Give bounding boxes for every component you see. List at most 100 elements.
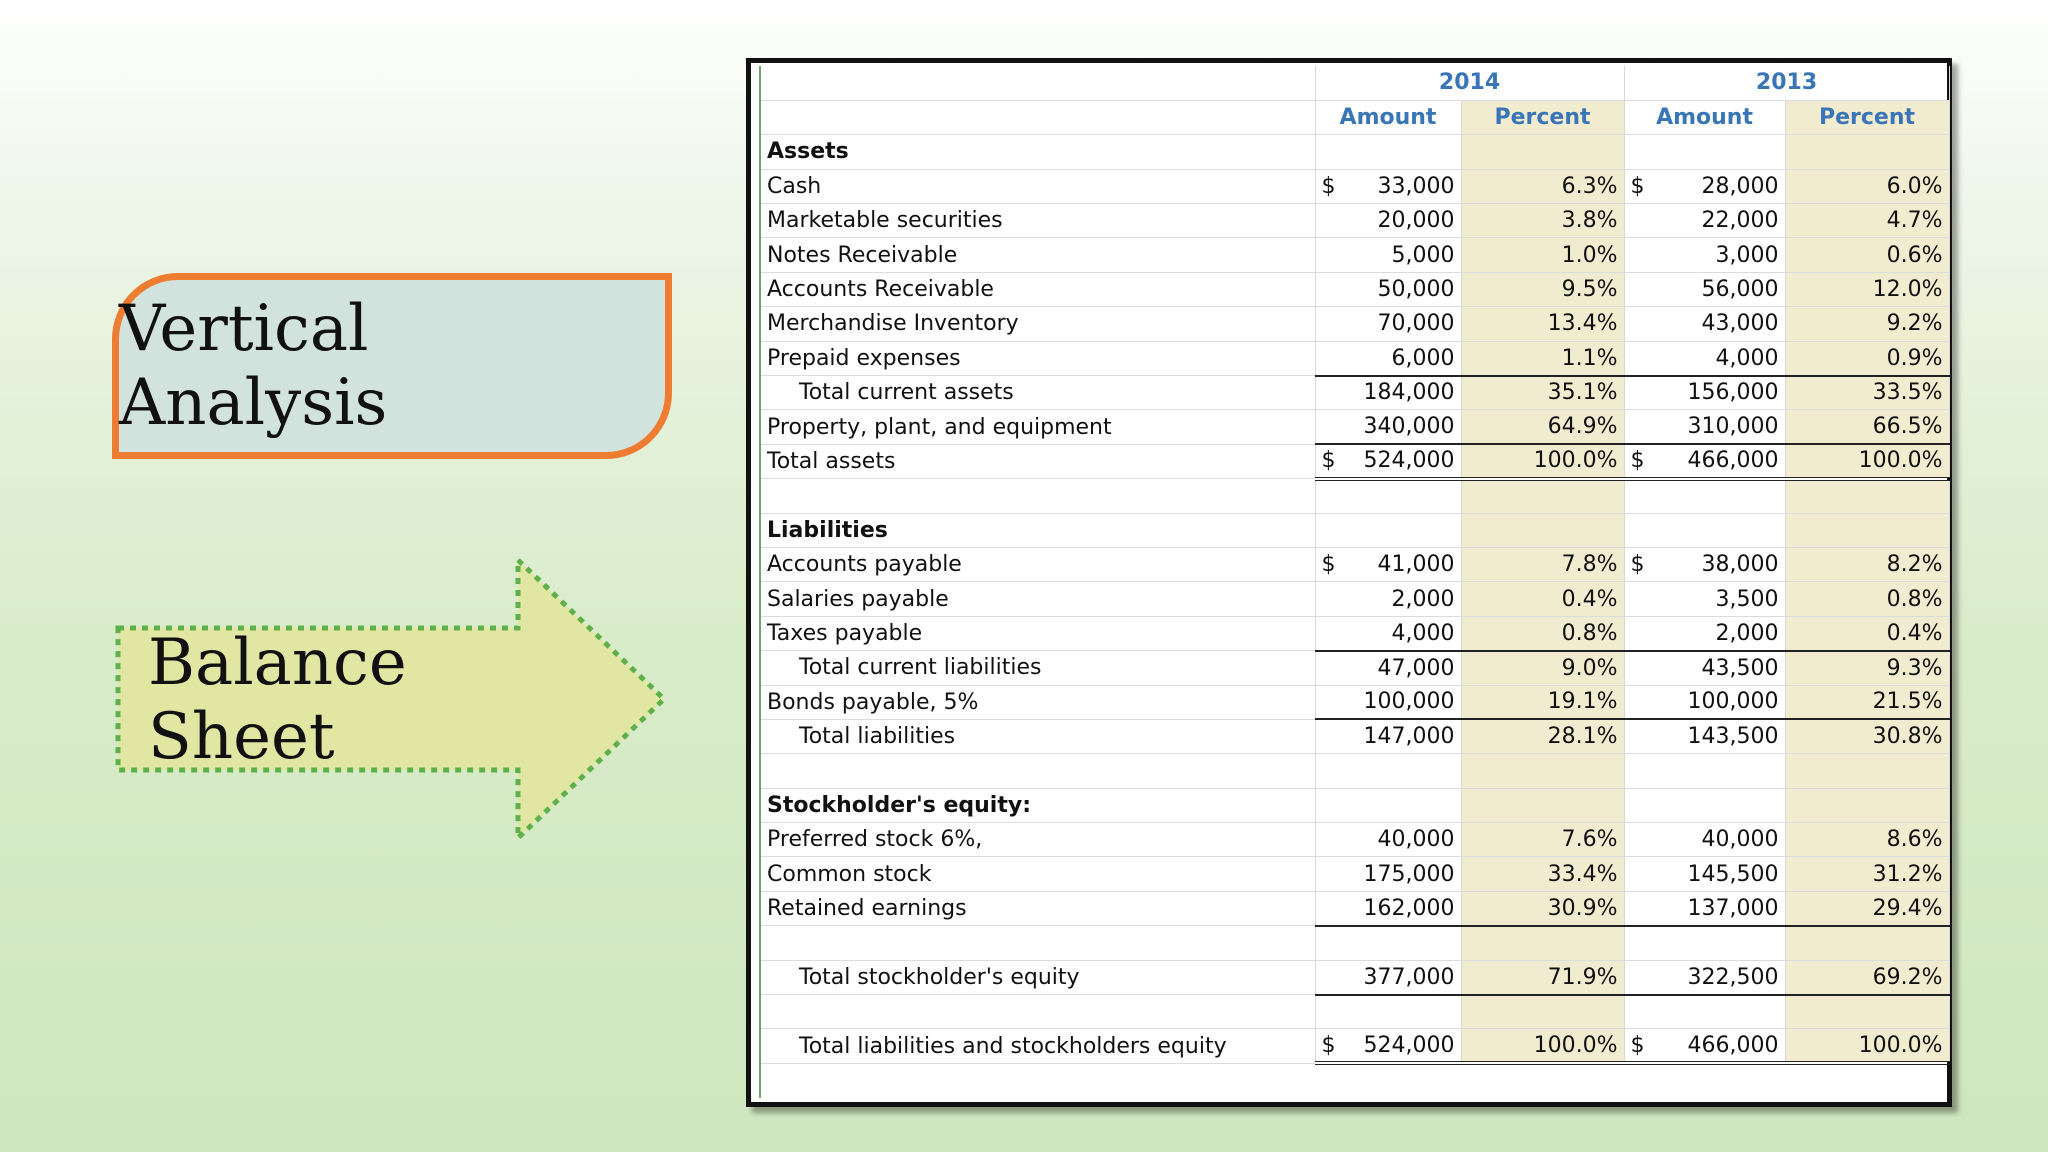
- row-label: Total liabilities: [761, 719, 1316, 755]
- row-label: Total liabilities and stockholders equit…: [761, 1028, 1316, 1064]
- row-label: Merchandise Inventory: [761, 306, 1316, 342]
- amount-2014-cell: 47,000: [1315, 650, 1462, 686]
- amount-2013-cell: $28,000: [1624, 169, 1786, 205]
- percent-2013-cell: [1785, 753, 1950, 789]
- amount-2014-cell: 5,000: [1315, 237, 1462, 273]
- amount-2014-cell: 20,000: [1315, 203, 1462, 239]
- percent-2013-cell: 8.2%: [1785, 547, 1950, 583]
- percent-2014-cell: 9.0%: [1461, 650, 1625, 686]
- amount-2013-cell: 310,000: [1624, 409, 1786, 446]
- balance-sheet-label: Balance Sheet: [148, 626, 407, 774]
- amount-2014-cell: 4,000: [1315, 616, 1462, 652]
- row-label: Notes Receivable: [761, 237, 1316, 273]
- amount-2014-cell: $524,000: [1315, 444, 1462, 481]
- amount-2014-cell: [1315, 925, 1462, 961]
- row-label: [761, 753, 1316, 789]
- percent-2014-cell: 0.8%: [1461, 616, 1625, 652]
- row-label: Total current assets: [761, 375, 1316, 411]
- row-label: Stockholder's equity:: [761, 788, 1316, 824]
- percent-2013-cell: [1785, 788, 1950, 824]
- amount-2013-cell: $466,000: [1624, 1028, 1786, 1066]
- balance-sheet-table-frame: 2014 2013 Amount Percent Amount Percent …: [746, 58, 1952, 1107]
- amount-2014-header: Amount: [1315, 100, 1462, 136]
- percent-2014-cell: 0.4%: [1461, 581, 1625, 617]
- amount-2014-cell: [1315, 753, 1462, 789]
- percent-2014-cell: 28.1%: [1461, 719, 1625, 755]
- currency-symbol: $: [1630, 1032, 1645, 1058]
- amount-2014-cell: 50,000: [1315, 272, 1462, 308]
- vertical-analysis-callout: Vertical Analysis: [112, 273, 672, 459]
- percent-2013-cell: 9.2%: [1785, 306, 1950, 342]
- table-row: Total stockholder's equity 377,000 71.9% 32…: [761, 960, 1950, 996]
- percent-2014-cell: 6.3%: [1461, 169, 1625, 205]
- percent-2013-cell: 30.8%: [1785, 719, 1950, 755]
- amount-2013-cell: 22,000: [1624, 203, 1786, 239]
- amount-2014-cell: 175,000: [1315, 856, 1462, 892]
- percent-2014-cell: 100.0%: [1461, 1028, 1625, 1066]
- percent-2013-cell: 6.0%: [1785, 169, 1950, 205]
- header-blank: [761, 100, 1316, 136]
- percent-2013-cell: 66.5%: [1785, 409, 1950, 446]
- table-row: Bonds payable, 5% 100,000 19.1% 100,000 21.5…: [761, 685, 1950, 721]
- row-label: Cash: [761, 169, 1316, 205]
- table-row: Property, plant, and equipment 340,000 64.…: [761, 409, 1950, 446]
- row-label: [761, 994, 1316, 1030]
- percent-2013-cell: 0.4%: [1785, 616, 1950, 652]
- row-label: [761, 925, 1316, 961]
- row-label: Marketable securities: [761, 203, 1316, 239]
- table-row: Preferred stock 6%, 40,000 7.6% 40,000 8.6%: [761, 822, 1950, 858]
- row-label: Total current liabilities: [761, 650, 1316, 686]
- percent-2013-cell: [1785, 925, 1950, 961]
- amount-2014-cell: $33,000: [1315, 169, 1462, 205]
- year-2014-header: 2014: [1315, 66, 1625, 101]
- amount-2014-cell: 162,000: [1315, 891, 1462, 927]
- table-row: Salaries payable 2,000 0.4% 3,500 0.8%: [761, 581, 1950, 617]
- amount-2014-cell: [1315, 134, 1462, 170]
- table-row: Retained earnings 162,000 30.9% 137,000 29.4…: [761, 891, 1950, 927]
- percent-2013-cell: 29.4%: [1785, 891, 1950, 927]
- amount-value: 466,000: [1687, 1032, 1779, 1058]
- row-label: Total stockholder's equity: [761, 960, 1316, 996]
- currency-symbol: $: [1630, 173, 1645, 199]
- percent-2013-cell: 9.3%: [1785, 650, 1950, 686]
- amount-2013-cell: 43,000: [1624, 306, 1786, 342]
- percent-2014-cell: [1461, 753, 1625, 789]
- percent-2013-cell: [1785, 513, 1950, 548]
- amount-2014-cell: 40,000: [1315, 822, 1462, 858]
- table-row: Total current assets 184,000 35.1% 156,000 3…: [761, 375, 1950, 411]
- amount-2013-cell: $466,000: [1624, 444, 1786, 481]
- percent-2014-cell: 7.6%: [1461, 822, 1625, 858]
- percent-2014-cell: 71.9%: [1461, 960, 1625, 996]
- currency-symbol: $: [1321, 552, 1336, 578]
- year-header-row: 2014 2013: [761, 66, 1950, 101]
- percent-2013-cell: 0.9%: [1785, 341, 1950, 377]
- row-label: Total assets: [761, 444, 1316, 480]
- currency-symbol: $: [1321, 1032, 1336, 1058]
- amount-2013-header: Amount: [1624, 100, 1786, 136]
- amount-2014-cell: [1315, 513, 1462, 548]
- percent-2014-cell: [1461, 994, 1625, 1030]
- percent-2014-cell: 1.1%: [1461, 341, 1625, 377]
- blank-row: [761, 753, 1950, 789]
- amount-2013-cell: 2,000: [1624, 616, 1786, 652]
- amount-value: 524,000: [1363, 448, 1455, 474]
- amount-2014-cell: 6,000: [1315, 341, 1462, 377]
- amount-2013-cell: 56,000: [1624, 272, 1786, 308]
- percent-2014-cell: [1461, 513, 1625, 548]
- amount-2013-cell: 145,500: [1624, 856, 1786, 892]
- percent-2013-cell: 0.8%: [1785, 581, 1950, 617]
- amount-2014-cell: 70,000: [1315, 306, 1462, 342]
- percent-2013-cell: [1785, 478, 1950, 514]
- percent-2014-cell: 100.0%: [1461, 444, 1625, 481]
- amount-value: 28,000: [1701, 173, 1779, 199]
- percent-2014-cell: 3.8%: [1461, 203, 1625, 239]
- currency-symbol: $: [1321, 448, 1336, 474]
- amount-2013-cell: 3,000: [1624, 237, 1786, 273]
- row-label: Common stock: [761, 856, 1316, 892]
- row-label: Salaries payable: [761, 581, 1316, 617]
- year-2013-header: 2013: [1624, 66, 1950, 101]
- currency-symbol: $: [1321, 173, 1336, 199]
- percent-2014-cell: 64.9%: [1461, 409, 1625, 446]
- amount-value: 466,000: [1687, 448, 1779, 474]
- amount-2013-cell: 322,500: [1624, 960, 1786, 996]
